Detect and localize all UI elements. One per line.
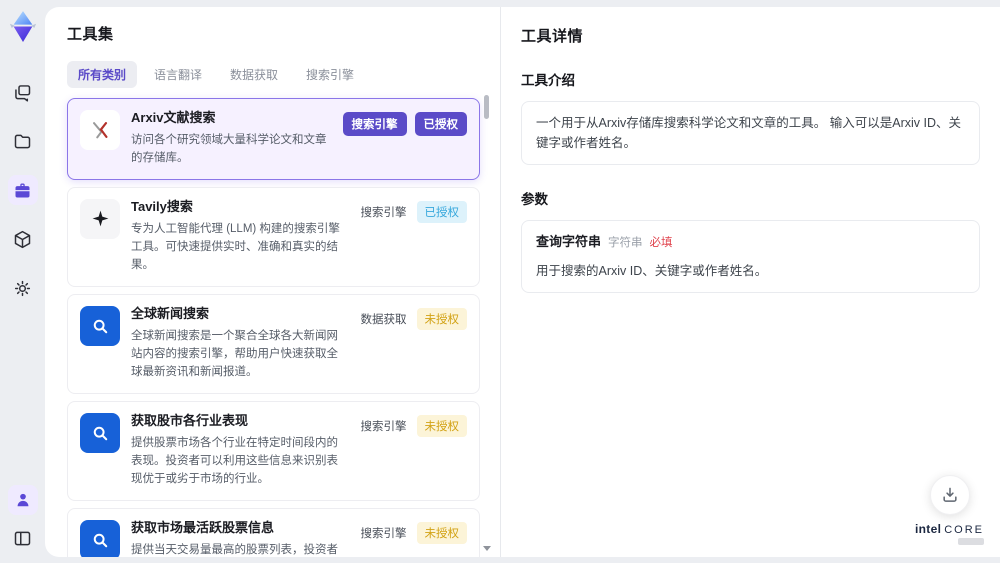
tab-translate[interactable]: 语言翻译: [143, 61, 213, 88]
tool-card-global-news[interactable]: 全球新闻搜索全球新闻搜索是一个聚合全球各大新闻网站内容的搜索引擎，帮助用户快速获…: [67, 293, 480, 394]
tool-card-arxiv[interactable]: Arxiv文献搜索访问各个研究领域大量科学论文和文章的存储库。 搜索引擎 已授权: [67, 98, 480, 180]
param-description: 用于搜索的Arxiv ID、关键字或作者姓名。: [536, 263, 768, 278]
core-brand-text: core: [944, 524, 984, 536]
auth-status-badge: 已授权: [416, 200, 467, 223]
search-icon: [80, 305, 120, 346]
search-icon: [80, 519, 120, 557]
scrollbar-arrow-down-icon[interactable]: [483, 546, 491, 551]
scrollbar-thumb[interactable]: [484, 95, 489, 119]
param-required-flag: 必填: [649, 237, 673, 249]
rail-bottom: [7, 485, 38, 553]
category-badge: 数据获取: [360, 313, 407, 326]
toolset-pane: 工具集 所有类别 语言翻译 数据获取 搜索引擎 Arxiv文献搜索 访问各个研究领域大量…: [45, 7, 500, 557]
param-type: 字符串: [608, 237, 643, 249]
toolset-title: 工具集: [67, 26, 114, 43]
tool-card-most-active-stocks[interactable]: 获取市场最活跃股票信息提供当天交易量最高的股票列表，投资者可以利用这些信息来识别…: [67, 507, 480, 557]
tab-all[interactable]: 所有类别: [67, 61, 138, 88]
rail-nav: [7, 77, 38, 303]
detail-title: 工具详情: [521, 28, 584, 45]
search-icon: [80, 412, 120, 453]
sidebar-item-chat[interactable]: [8, 77, 38, 107]
sparkle-icon: [80, 198, 120, 239]
tool-list: Arxiv文献搜索 访问各个研究领域大量科学论文和文章的存储库。 搜索引擎 已授权 Ta…: [67, 98, 480, 557]
category-badge: 搜索引擎: [342, 112, 407, 136]
auth-status-badge: 已授权: [414, 112, 467, 136]
tool-description: 专为人工智能代理 (LLM) 构建的搜索引擎工具。可快速提供实时、准确和真实的结…: [131, 222, 340, 272]
param-box: 查询字符串 字符串 必填 用于搜索的Arxiv ID、关键字或作者姓名。: [521, 220, 980, 293]
tool-description: 全球新闻搜索是一个聚合全球各大新闻网站内容的搜索引擎，帮助用户快速获取全球最新资…: [131, 329, 338, 379]
intro-heading: 工具介绍: [521, 73, 575, 88]
corner-tools: intel core: [915, 475, 984, 545]
chat-icon: [12, 82, 33, 103]
tab-data[interactable]: 数据获取: [219, 61, 289, 88]
sidebar-item-folder[interactable]: [8, 126, 38, 156]
panel-toggle-icon: [12, 528, 33, 549]
download-icon: [942, 487, 957, 502]
auth-status-badge: 未授权: [416, 307, 467, 330]
sidebar-item-user[interactable]: [7, 485, 38, 515]
category-badge: 搜索引擎: [360, 420, 407, 433]
category-badge: 搜索引擎: [360, 206, 407, 219]
tool-name: 获取市场最活跃股票信息: [131, 519, 275, 535]
user-icon: [13, 490, 33, 510]
params-heading: 参数: [521, 192, 548, 207]
intel-core-logo: intel core: [915, 523, 984, 545]
arxiv-icon: [80, 110, 120, 150]
sidebar-item-models[interactable]: [8, 224, 38, 254]
gear-icon: [12, 278, 33, 299]
list-scrollbar[interactable]: [483, 89, 491, 553]
tool-name: 全球新闻搜索: [131, 305, 210, 321]
auth-status-badge: 未授权: [416, 414, 467, 437]
auth-status-badge: 未授权: [416, 521, 467, 544]
app-logo: [7, 9, 39, 45]
tool-description: 提供股票市场各个行业在特定时间段内的表现。投资者可以利用这些信息来识别表现优于或…: [131, 436, 338, 486]
app-root: 工具集 所有类别 语言翻译 数据获取 搜索引擎 Arxiv文献搜索 访问各个研究领域大量…: [0, 0, 1000, 563]
tool-name: Tavily搜索: [131, 198, 193, 214]
folder-icon: [12, 131, 33, 152]
tool-description: 访问各个研究领域大量科学论文和文章的存储库。: [131, 133, 327, 165]
tool-card-tavily[interactable]: Tavily搜索专为人工智能代理 (LLM) 构建的搜索引擎工具。可快速提供实时…: [67, 186, 480, 287]
cube-icon: [12, 229, 33, 250]
tool-card-sector-performance[interactable]: 获取股市各行业表现提供股票市场各个行业在特定时间段内的表现。投资者可以利用这些信…: [67, 400, 480, 501]
left-rail: [0, 0, 45, 563]
briefcase-icon: [12, 180, 33, 201]
intel-sub-badge: [958, 538, 984, 545]
intro-box: 一个用于从Arxiv存储库搜索科学论文和文章的工具。 输入可以是Arxiv ID…: [521, 101, 980, 165]
intel-brand-text: intel: [915, 522, 942, 536]
tab-search[interactable]: 搜索引擎: [295, 61, 365, 88]
category-tabs: 所有类别 语言翻译 数据获取 搜索引擎: [67, 61, 500, 88]
tool-description: 提供当天交易量最高的股票列表，投资者可以利用这些信息来识别流动性强的股票和潜在的…: [131, 543, 338, 556]
sidebar-item-panel[interactable]: [8, 523, 38, 553]
category-badge: 搜索引擎: [360, 527, 407, 540]
download-button[interactable]: [929, 475, 970, 515]
tool-name: Arxiv文献搜索: [131, 110, 216, 125]
main-surface: 工具集 所有类别 语言翻译 数据获取 搜索引擎 Arxiv文献搜索 访问各个研究领域大量…: [45, 7, 1000, 557]
sidebar-item-settings[interactable]: [8, 273, 38, 303]
tool-name: 获取股市各行业表现: [131, 412, 249, 428]
param-name: 查询字符串: [536, 234, 602, 249]
sidebar-item-tools[interactable]: [7, 175, 38, 205]
